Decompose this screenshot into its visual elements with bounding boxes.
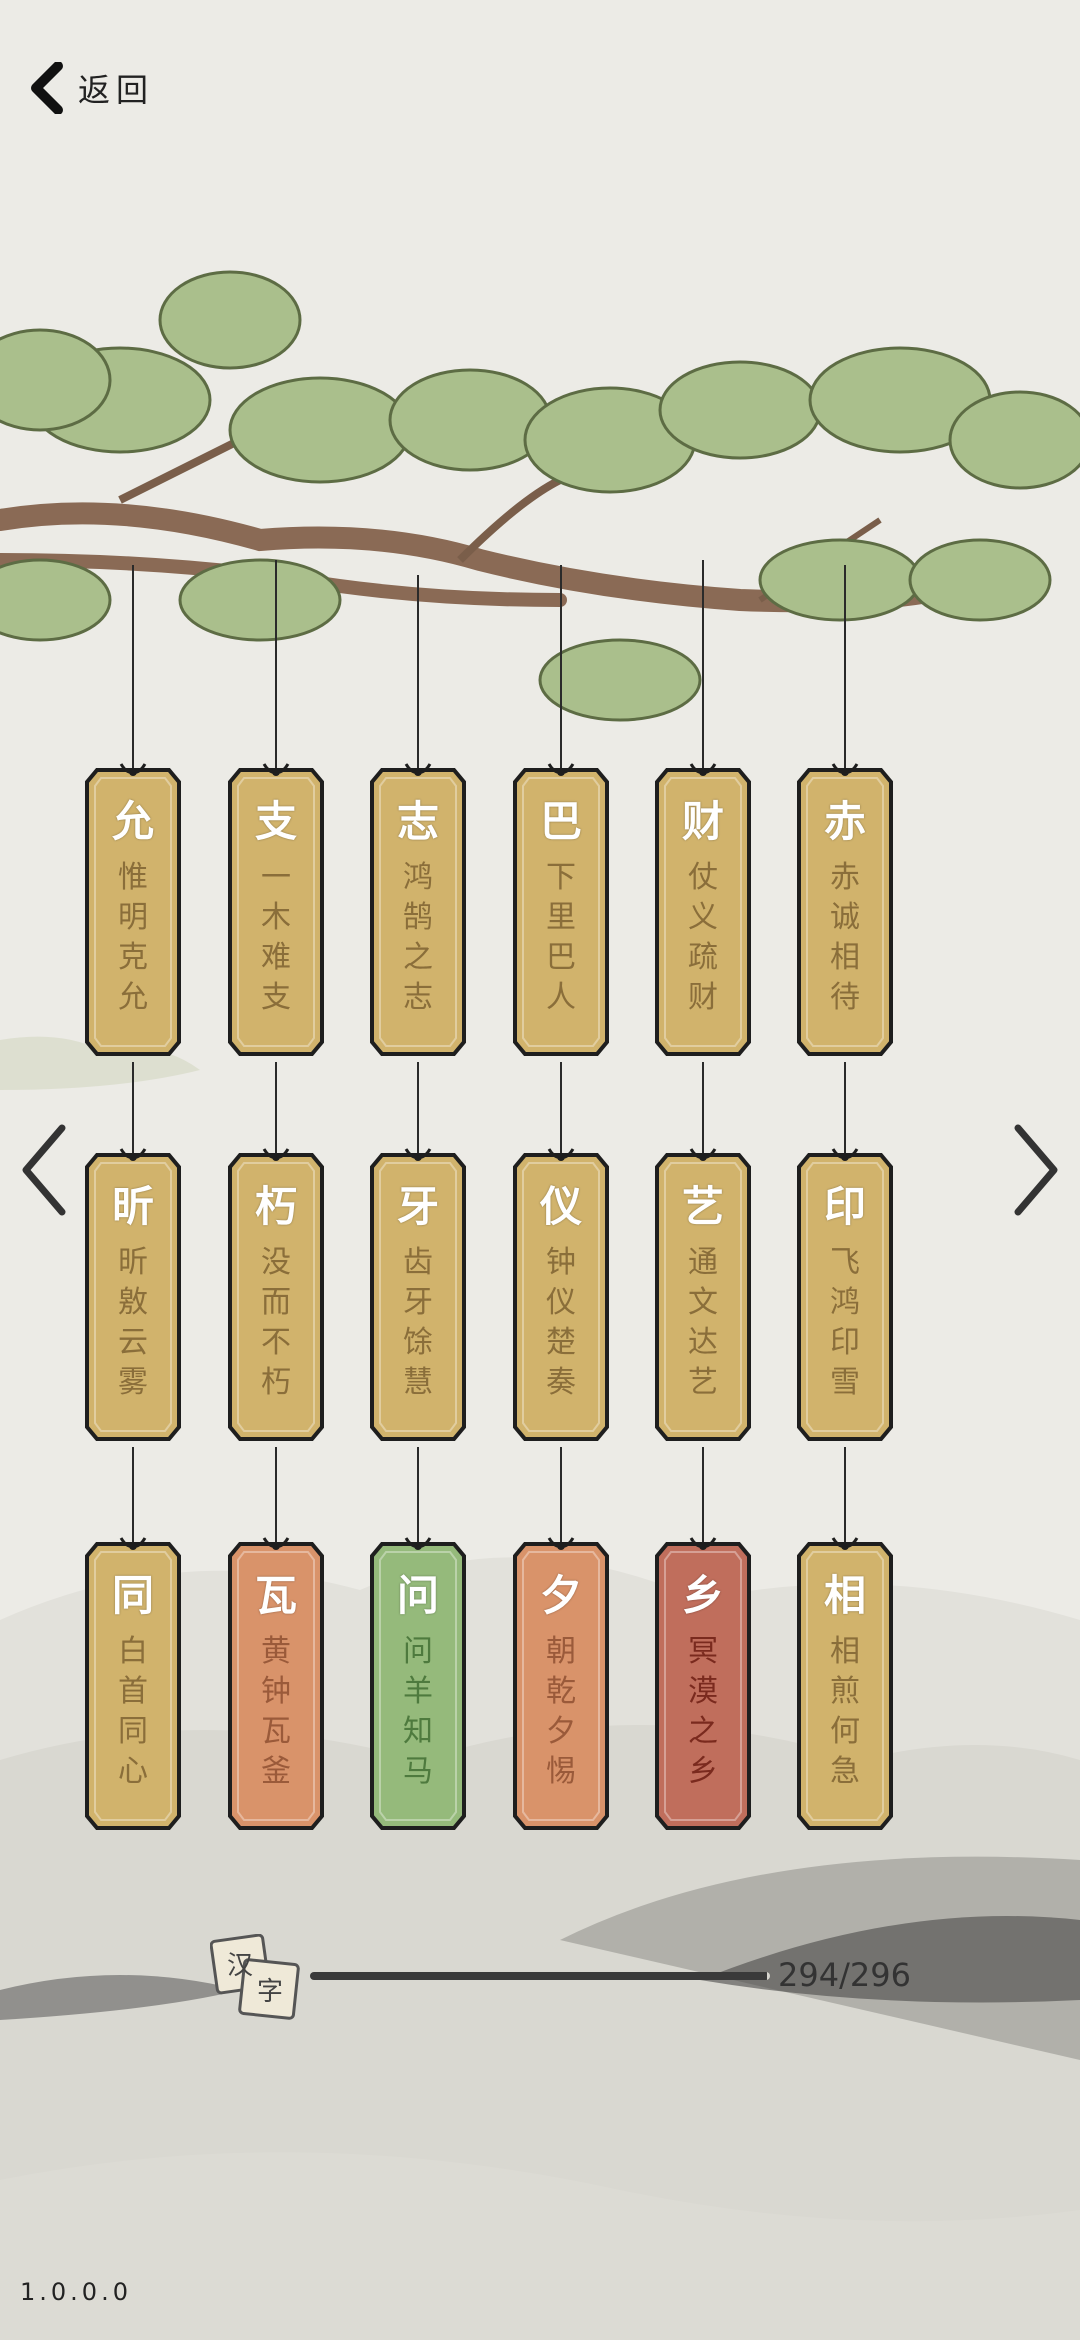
card-character: 朽 — [254, 1182, 297, 1231]
card-idiom: 仗义疏财 — [688, 860, 718, 1015]
card-character: 昕 — [111, 1182, 154, 1231]
idiom-card[interactable]: 朽没而不朽 — [226, 1147, 326, 1447]
idiom-card[interactable]: 问问羊知马 — [368, 1536, 468, 1836]
card-character: 巴 — [539, 797, 582, 846]
version-label: 1.0.0.0 — [20, 2278, 132, 2306]
idiom-card[interactable]: 艺通文达艺 — [653, 1147, 753, 1447]
card-character: 夕 — [539, 1571, 582, 1620]
hanging-string — [844, 1062, 846, 1153]
hanging-string — [702, 560, 704, 768]
idiom-card[interactable]: 支一木难支 — [226, 762, 326, 1062]
idiom-card[interactable]: 印飞鸿印雪 — [795, 1147, 895, 1447]
card-character: 乡 — [681, 1571, 724, 1620]
card-character: 瓦 — [254, 1571, 297, 1620]
hanging-string — [417, 1062, 419, 1153]
card-idiom: 问羊知马 — [403, 1634, 433, 1789]
card-character: 赤 — [823, 797, 866, 846]
idiom-card[interactable]: 赤赤诚相待 — [795, 762, 895, 1062]
idiom-card[interactable]: 乡冥漠之乡 — [653, 1536, 753, 1836]
card-idiom: 鸿鹄之志 — [403, 860, 433, 1015]
hanging-string — [275, 1447, 277, 1542]
progress-bar-fill — [310, 1972, 767, 1980]
card-idiom: 通文达艺 — [688, 1245, 718, 1400]
hanging-string — [132, 1062, 134, 1153]
card-idiom: 飞鸿印雪 — [830, 1245, 860, 1400]
idiom-card[interactable]: 相相煎何急 — [795, 1536, 895, 1836]
hanging-string — [560, 565, 562, 768]
card-character: 支 — [254, 797, 297, 846]
card-idiom: 惟明克允 — [118, 860, 148, 1015]
hanging-string — [417, 1447, 419, 1542]
idiom-card[interactable]: 昕昕敫云雾 — [83, 1147, 183, 1447]
hanging-string — [275, 560, 277, 768]
hanging-string — [844, 1447, 846, 1542]
card-character: 仪 — [539, 1182, 582, 1231]
idiom-card-grid: 允惟明克允支一木难支志鸿鹄之志巴下里巴人财仗义疏财赤赤诚相待昕昕敫云雾朽没而不朽… — [0, 0, 1080, 1900]
idiom-card[interactable]: 同白首同心 — [83, 1536, 183, 1836]
hanging-string — [702, 1447, 704, 1542]
progress-bar — [310, 1972, 770, 1980]
hanging-string — [275, 1062, 277, 1153]
icon-char-2: 字 — [257, 1977, 283, 2007]
card-character: 艺 — [681, 1182, 724, 1231]
hanging-string — [417, 575, 419, 768]
progress-count: 294/296 — [778, 1956, 911, 1994]
idiom-card[interactable]: 夕朝乾夕惕 — [511, 1536, 611, 1836]
hanging-string — [702, 1062, 704, 1153]
card-idiom: 朝乾夕惕 — [546, 1634, 576, 1789]
idiom-card[interactable]: 仪钟仪楚奏 — [511, 1147, 611, 1447]
card-character: 问 — [396, 1571, 439, 1620]
card-character: 财 — [681, 797, 724, 846]
card-idiom: 齿牙馀慧 — [403, 1245, 433, 1400]
card-idiom: 没而不朽 — [261, 1245, 291, 1400]
hanging-string — [844, 565, 846, 768]
hanging-string — [560, 1447, 562, 1542]
card-idiom: 黄钟瓦釜 — [261, 1634, 291, 1789]
card-idiom: 钟仪楚奏 — [546, 1245, 576, 1400]
card-idiom: 昕敫云雾 — [118, 1245, 148, 1400]
idiom-card[interactable]: 瓦黄钟瓦釜 — [226, 1536, 326, 1836]
card-idiom: 赤诚相待 — [830, 860, 860, 1015]
hanzi-tiles-icon: 汉 字 — [210, 1934, 300, 2020]
idiom-card[interactable]: 财仗义疏财 — [653, 762, 753, 1062]
collection-progress: 汉 字 294/296 — [210, 1930, 930, 2050]
card-character: 志 — [396, 797, 439, 846]
icon-char-1: 汉 — [227, 1951, 253, 1981]
card-idiom: 冥漠之乡 — [688, 1634, 718, 1789]
card-idiom: 一木难支 — [261, 860, 291, 1015]
idiom-card[interactable]: 志鸿鹄之志 — [368, 762, 468, 1062]
idiom-card[interactable]: 允惟明克允 — [83, 762, 183, 1062]
hanging-string — [132, 565, 134, 768]
card-idiom: 相煎何急 — [830, 1634, 860, 1789]
idiom-card[interactable]: 牙齿牙馀慧 — [368, 1147, 468, 1447]
card-character: 同 — [111, 1571, 154, 1620]
card-character: 印 — [823, 1182, 866, 1231]
idiom-card[interactable]: 巴下里巴人 — [511, 762, 611, 1062]
hanging-string — [132, 1447, 134, 1542]
card-character: 相 — [823, 1571, 866, 1620]
hanging-string — [560, 1062, 562, 1153]
card-character: 牙 — [396, 1182, 439, 1231]
card-idiom: 白首同心 — [118, 1634, 148, 1789]
card-idiom: 下里巴人 — [546, 860, 576, 1015]
card-character: 允 — [111, 797, 154, 846]
